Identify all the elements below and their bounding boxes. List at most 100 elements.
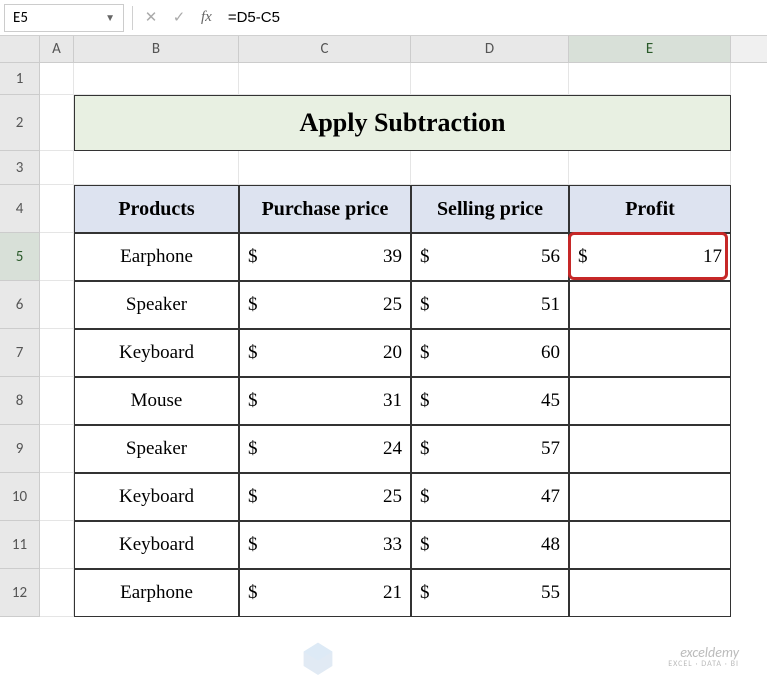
page-title[interactable]: Apply Subtraction (74, 95, 731, 151)
cell[interactable] (40, 233, 74, 281)
cell[interactable] (40, 569, 74, 617)
selling-cell[interactable]: $51 (411, 281, 569, 329)
confirm-icon[interactable]: ✓ (165, 4, 193, 32)
row-header-5[interactable]: 5 (0, 233, 40, 281)
profit-cell[interactable]: $17 (569, 233, 731, 281)
profit-cell[interactable] (569, 425, 731, 473)
purchase-cell[interactable]: $25 (239, 281, 411, 329)
row-header-9[interactable]: 9 (0, 425, 40, 473)
amount: 25 (383, 294, 402, 316)
cell[interactable] (40, 281, 74, 329)
logo-icon (300, 639, 336, 675)
select-all-corner[interactable] (0, 36, 40, 62)
row-header-4[interactable]: 4 (0, 185, 40, 233)
cell[interactable] (239, 151, 411, 185)
cell[interactable] (40, 377, 74, 425)
amount: 39 (383, 246, 402, 268)
table-row: Keyboard$25$47 (40, 473, 731, 521)
cell[interactable] (40, 329, 74, 377)
table-row: Earphone$39$56$17 (40, 233, 731, 281)
amount: 57 (541, 438, 560, 460)
cell[interactable] (40, 473, 74, 521)
purchase-cell[interactable]: $20 (239, 329, 411, 377)
cell[interactable] (569, 151, 731, 185)
purchase-cell[interactable]: $21 (239, 569, 411, 617)
cell[interactable] (40, 151, 74, 185)
amount: 33 (383, 534, 402, 556)
row-header-12[interactable]: 12 (0, 569, 40, 617)
cell[interactable] (40, 95, 74, 151)
cell[interactable] (74, 63, 239, 95)
table-header-products[interactable]: Products (74, 185, 239, 233)
col-header-B[interactable]: B (74, 36, 239, 62)
purchase-cell[interactable]: $31 (239, 377, 411, 425)
column-headers: A B C D E (0, 36, 767, 63)
selling-cell[interactable]: $45 (411, 377, 569, 425)
col-header-C[interactable]: C (239, 36, 411, 62)
col-header-A[interactable]: A (40, 36, 74, 62)
amount: 56 (541, 246, 560, 268)
cell[interactable] (40, 185, 74, 233)
cell[interactable] (40, 63, 74, 95)
selling-cell[interactable]: $56 (411, 233, 569, 281)
profit-cell[interactable] (569, 473, 731, 521)
table-header-selling[interactable]: Selling price (411, 185, 569, 233)
cell[interactable] (40, 521, 74, 569)
cell[interactable] (411, 151, 569, 185)
table-header-profit[interactable]: Profit (569, 185, 731, 233)
col-header-E[interactable]: E (569, 36, 731, 62)
formula-bar: E5 ▼ ✕ ✓ fx (0, 0, 767, 36)
selling-cell[interactable]: $57 (411, 425, 569, 473)
product-cell[interactable]: Mouse (74, 377, 239, 425)
profit-cell[interactable] (569, 281, 731, 329)
cancel-icon[interactable]: ✕ (137, 4, 165, 32)
row-header-2[interactable]: 2 (0, 95, 40, 151)
product-cell[interactable]: Earphone (74, 233, 239, 281)
table-header-purchase[interactable]: Purchase price (239, 185, 411, 233)
row-header-7[interactable]: 7 (0, 329, 40, 377)
selling-cell[interactable]: $48 (411, 521, 569, 569)
table-row: Speaker$25$51 (40, 281, 731, 329)
purchase-cell[interactable]: $39 (239, 233, 411, 281)
row-header-10[interactable]: 10 (0, 473, 40, 521)
row-header-6[interactable]: 6 (0, 281, 40, 329)
row-header-3[interactable]: 3 (0, 151, 40, 185)
profit-cell[interactable] (569, 377, 731, 425)
col-header-D[interactable]: D (411, 36, 569, 62)
purchase-cell[interactable]: $24 (239, 425, 411, 473)
table-row: Speaker$24$57 (40, 425, 731, 473)
fx-icon[interactable]: fx (193, 9, 220, 26)
row-header-1[interactable]: 1 (0, 63, 40, 95)
formula-input[interactable] (220, 4, 767, 32)
cell[interactable] (74, 151, 239, 185)
product-cell[interactable]: Keyboard (74, 329, 239, 377)
currency-symbol: $ (420, 534, 430, 556)
chevron-down-icon[interactable]: ▼ (105, 11, 115, 24)
product-cell[interactable]: Speaker (74, 425, 239, 473)
cell[interactable] (569, 63, 731, 95)
product-cell[interactable]: Earphone (74, 569, 239, 617)
cell[interactable] (239, 63, 411, 95)
amount: 21 (383, 582, 402, 604)
name-box[interactable]: E5 ▼ (4, 4, 124, 32)
sheet: Apply Subtraction Products Purchase pric… (40, 63, 731, 617)
product-cell[interactable]: Speaker (74, 281, 239, 329)
purchase-cell[interactable]: $33 (239, 521, 411, 569)
selling-cell[interactable]: $55 (411, 569, 569, 617)
profit-cell[interactable] (569, 569, 731, 617)
currency-symbol: $ (248, 438, 258, 460)
profit-cell[interactable] (569, 329, 731, 377)
row-header-8[interactable]: 8 (0, 377, 40, 425)
cell[interactable] (411, 63, 569, 95)
product-cell[interactable]: Keyboard (74, 473, 239, 521)
currency-symbol: $ (420, 390, 430, 412)
selling-cell[interactable]: $47 (411, 473, 569, 521)
cell[interactable] (40, 425, 74, 473)
purchase-cell[interactable]: $25 (239, 473, 411, 521)
product-cell[interactable]: Keyboard (74, 521, 239, 569)
table-row: Keyboard$33$48 (40, 521, 731, 569)
row-header-11[interactable]: 11 (0, 521, 40, 569)
selling-cell[interactable]: $60 (411, 329, 569, 377)
profit-cell[interactable] (569, 521, 731, 569)
amount: 24 (383, 438, 402, 460)
